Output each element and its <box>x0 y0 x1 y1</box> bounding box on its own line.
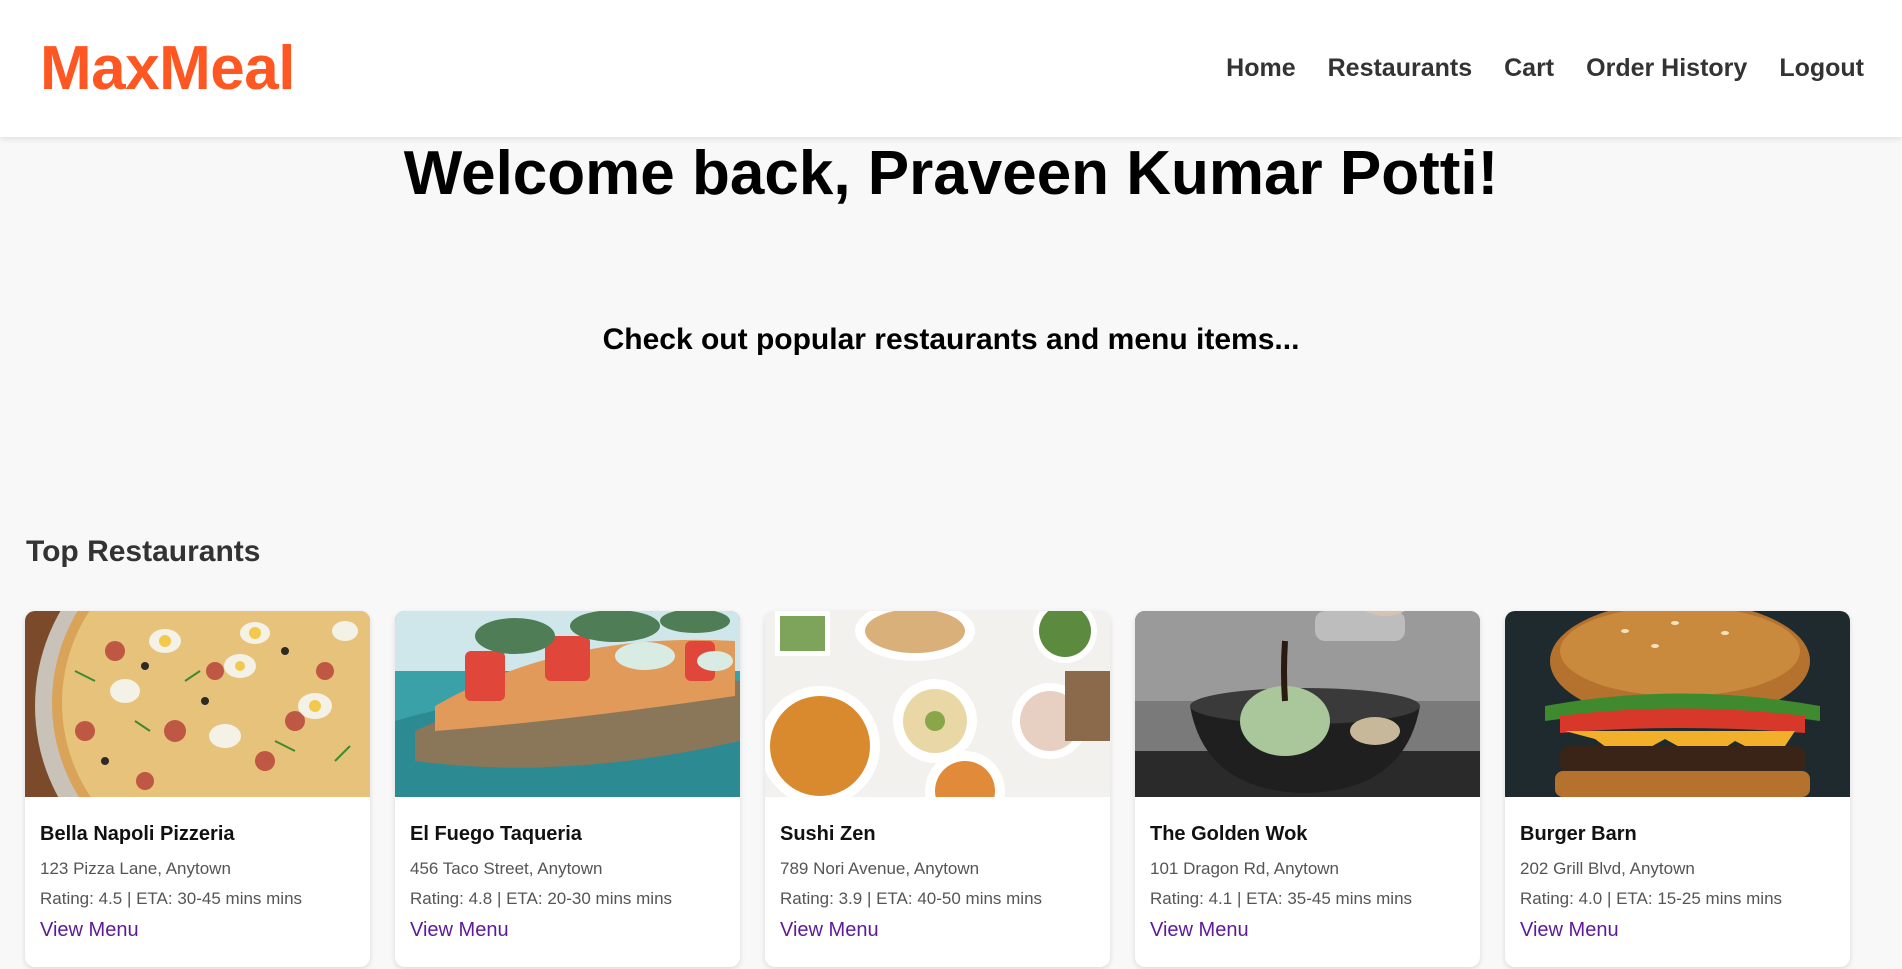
restaurant-name: The Golden Wok <box>1150 823 1308 845</box>
view-menu-link[interactable]: View Menu <box>1520 919 1619 942</box>
nav-logout[interactable]: Logout <box>1779 54 1864 83</box>
section-title-top-restaurants: Top Restaurants <box>26 535 261 568</box>
restaurant-name: El Fuego Taqueria <box>410 823 582 845</box>
restaurant-card: Burger Barn 202 Grill Blvd, Anytown Rati… <box>1505 611 1850 967</box>
restaurant-card: The Golden Wok 101 Dragon Rd, Anytown Ra… <box>1135 611 1480 967</box>
restaurant-card: El Fuego Taqueria 456 Taco Street, Anyto… <box>395 611 740 967</box>
nav-order-history[interactable]: Order History <box>1586 54 1747 83</box>
dessert-bowl-photo[interactable] <box>1135 611 1480 797</box>
restaurant-name: Sushi Zen <box>780 823 876 845</box>
navbar: MaxMeal Home Restaurants Cart Order Hist… <box>0 0 1902 137</box>
restaurant-address: 456 Taco Street, Anytown <box>410 859 603 878</box>
restaurant-rating: Rating: 4.0 | ETA: 15-25 mins mins <box>1520 889 1783 908</box>
burger-photo[interactable] <box>1505 611 1850 797</box>
nav-home[interactable]: Home <box>1226 54 1295 83</box>
restaurant-address: 202 Grill Blvd, Anytown <box>1520 859 1695 878</box>
nav-links: Home Restaurants Cart Order History Logo… <box>1226 54 1864 83</box>
restaurant-name: Bella Napoli Pizzeria <box>40 823 235 845</box>
nav-restaurants[interactable]: Restaurants <box>1328 54 1473 83</box>
restaurant-address: 123 Pizza Lane, Anytown <box>40 859 231 878</box>
view-menu-link[interactable]: View Menu <box>1150 919 1249 942</box>
restaurant-rating: Rating: 4.1 | ETA: 35-45 mins mins <box>1150 889 1413 908</box>
welcome-heading: Welcome back, Praveen Kumar Potti! <box>403 139 1499 208</box>
brand-logo[interactable]: MaxMeal <box>40 33 295 104</box>
restaurant-rating: Rating: 4.8 | ETA: 20-30 mins mins <box>410 889 673 908</box>
tagline: Check out popular restaurants and menu i… <box>602 323 1300 356</box>
mezze-spread-photo[interactable] <box>765 611 1110 797</box>
taco-photo[interactable] <box>395 611 740 797</box>
nav-cart[interactable]: Cart <box>1504 54 1554 83</box>
restaurant-address: 789 Nori Avenue, Anytown <box>780 859 980 878</box>
restaurant-name: Burger Barn <box>1520 823 1637 845</box>
restaurant-card: Bella Napoli Pizzeria 123 Pizza Lane, An… <box>25 611 370 967</box>
view-menu-link[interactable]: View Menu <box>410 919 509 942</box>
pizza-photo[interactable] <box>25 611 370 797</box>
restaurant-address: 101 Dragon Rd, Anytown <box>1150 859 1340 878</box>
restaurant-card: Sushi Zen 789 Nori Avenue, Anytown Ratin… <box>765 611 1110 967</box>
restaurant-rating: Rating: 3.9 | ETA: 40-50 mins mins <box>780 889 1043 908</box>
restaurant-cards: Bella Napoli Pizzeria 123 Pizza Lane, An… <box>25 611 1850 967</box>
view-menu-link[interactable]: View Menu <box>780 919 879 942</box>
view-menu-link[interactable]: View Menu <box>40 919 139 942</box>
restaurant-rating: Rating: 4.5 | ETA: 30-45 mins mins <box>40 889 303 908</box>
